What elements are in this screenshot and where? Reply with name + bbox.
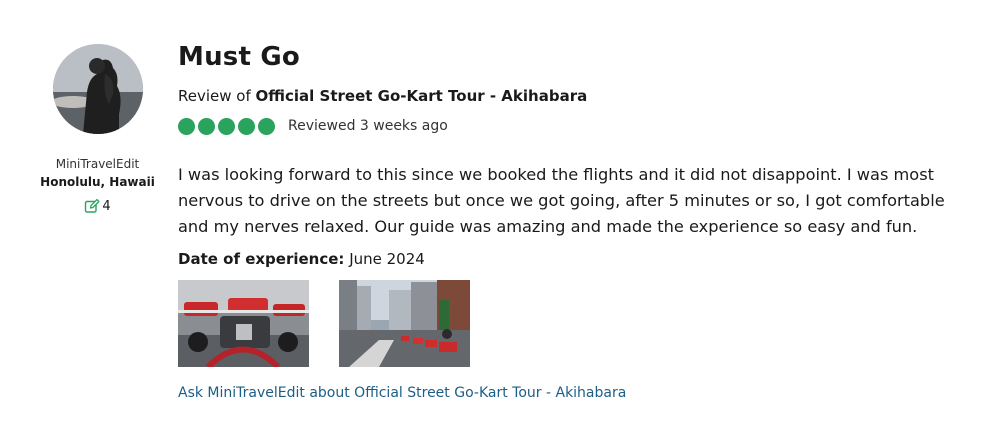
go-kart-closeup-photo-icon: [178, 280, 309, 367]
reviewed-place-link[interactable]: Official Street Go-Kart Tour - Akihabara: [256, 87, 588, 105]
rating-bubble-icon: [198, 117, 215, 135]
review-photos: [178, 280, 978, 367]
review-body: I was looking forward to this since we b…: [178, 165, 945, 236]
contributions-count: 4: [20, 198, 175, 214]
review-title[interactable]: Must Go: [178, 40, 978, 74]
review-content: Must Go Review of Official Street Go-Kar…: [178, 40, 978, 401]
rating-bubble-icon: [238, 117, 255, 135]
review-of-prefix: Review of: [178, 87, 251, 105]
review-photo-2[interactable]: [339, 280, 470, 367]
rating-bubble-icon: [178, 117, 195, 135]
review-of-line: Review of Official Street Go-Kart Tour -…: [178, 86, 978, 106]
rating-row: Reviewed 3 weeks ago: [178, 116, 978, 136]
reviewer-hometown: Honolulu, Hawaii: [40, 175, 155, 189]
ask-reviewer-link[interactable]: Ask MiniTravelEdit about Official Street…: [178, 385, 626, 401]
rating-bubble-icon: [258, 117, 275, 135]
review-card: MiniTravelEdit Honolulu, Hawaii 4 Must G…: [0, 0, 1000, 427]
rating-bubble-icon: [218, 117, 235, 135]
avatar-photo-icon: [52, 44, 143, 134]
date-of-experience: Date of experience: June 2024: [178, 248, 978, 270]
review-photo-1[interactable]: [178, 280, 309, 367]
street-kart-convoy-photo-icon: [339, 280, 470, 367]
reviewer-info: MiniTravelEdit Honolulu, Hawaii 4: [20, 40, 175, 214]
bubble-rating: [178, 117, 275, 135]
avatar[interactable]: [52, 44, 143, 134]
review-date: Reviewed 3 weeks ago: [288, 118, 448, 134]
reviewer-username[interactable]: MiniTravelEdit: [20, 156, 175, 172]
date-of-experience-value: June 2024: [349, 250, 425, 268]
date-of-experience-label: Date of experience:: [178, 250, 345, 268]
contributions-number: 4: [102, 198, 111, 214]
edit-icon: [84, 198, 100, 214]
